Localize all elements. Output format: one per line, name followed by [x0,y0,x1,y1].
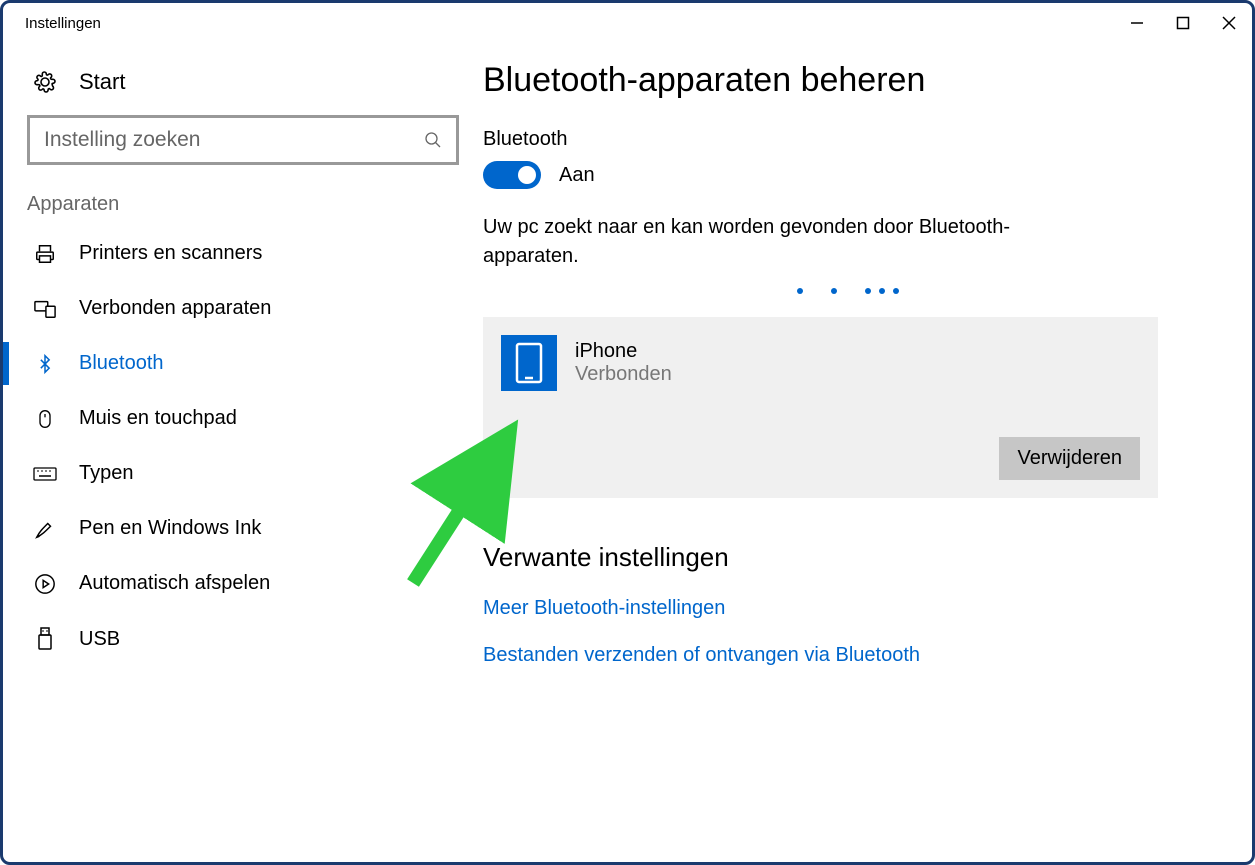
mouse-icon [33,408,57,430]
bluetooth-toggle[interactable] [483,161,541,189]
sidebar-item-label: USB [79,628,120,651]
sidebar-item-label: Pen en Windows Ink [79,517,261,540]
device-card[interactable]: iPhone Verbonden Verwijderen [483,317,1158,498]
page-heading: Bluetooth-apparaten beheren [483,61,1212,100]
window-controls [1114,3,1252,43]
start-label: Start [79,69,125,95]
more-bluetooth-settings-link[interactable]: Meer Bluetooth-instellingen [483,597,1212,620]
sidebar-item-printers[interactable]: Printers en scanners [3,226,483,281]
pen-icon [33,518,57,540]
sidebar-item-autoplay[interactable]: Automatisch afspelen [3,556,483,611]
settings-window: Instellingen Start Instelling zoeken [0,0,1255,865]
keyboard-icon [33,465,57,483]
sidebar-item-connected-devices[interactable]: Verbonden apparaten [3,281,483,336]
sidebar-item-bluetooth[interactable]: Bluetooth [3,336,483,391]
related-settings-heading: Verwante instellingen [483,542,1212,573]
sidebar-item-label: Muis en touchpad [79,407,237,430]
search-placeholder: Instelling zoeken [44,128,200,152]
sidebar-item-label: Bluetooth [79,352,164,375]
search-input[interactable]: Instelling zoeken [27,115,459,165]
minimize-icon [1130,16,1144,30]
device-status: Verbonden [575,363,672,386]
minimize-button[interactable] [1114,3,1160,43]
main-panel: Bluetooth-apparaten beheren Bluetooth Aa… [483,43,1252,862]
device-name: iPhone [575,340,672,363]
close-icon [1222,16,1236,30]
maximize-button[interactable] [1160,3,1206,43]
scanning-indicator [678,281,1018,299]
sidebar: Start Instelling zoeken Apparaten Printe… [3,43,483,862]
discovery-info: Uw pc zoekt naar en kan worden gevonden … [483,213,1103,271]
bluetooth-icon [33,353,57,375]
phone-icon [501,335,557,391]
maximize-icon [1176,16,1190,30]
devices-icon [33,298,57,320]
sidebar-item-typing[interactable]: Typen [3,446,483,501]
remove-device-button[interactable]: Verwijderen [999,437,1140,480]
sidebar-item-label: Verbonden apparaten [79,297,271,320]
autoplay-icon [33,573,57,595]
send-receive-files-link[interactable]: Bestanden verzenden of ontvangen via Blu… [483,644,1212,667]
sidebar-item-label: Typen [79,462,133,485]
sidebar-item-pen[interactable]: Pen en Windows Ink [3,501,483,556]
sidebar-item-label: Automatisch afspelen [79,572,270,595]
close-button[interactable] [1206,3,1252,43]
bluetooth-toggle-state: Aan [559,164,595,187]
sidebar-item-label: Printers en scanners [79,242,262,265]
window-title: Instellingen [25,15,101,32]
start-button[interactable]: Start [3,59,483,115]
search-icon [424,131,442,149]
bluetooth-label: Bluetooth [483,128,1212,151]
printer-icon [33,243,57,265]
gear-icon [33,70,57,94]
titlebar: Instellingen [3,3,1252,43]
sidebar-item-mouse[interactable]: Muis en touchpad [3,391,483,446]
usb-icon [33,627,57,651]
sidebar-item-usb[interactable]: USB [3,611,483,667]
sidebar-section-label: Apparaten [3,189,483,226]
